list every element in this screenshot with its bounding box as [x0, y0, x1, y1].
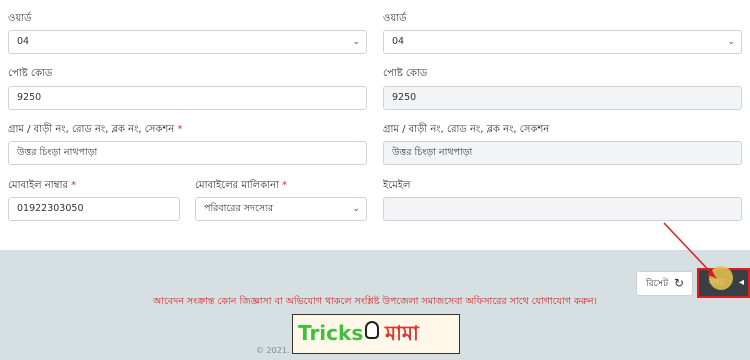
watermark-text-tricks: Tricks — [298, 321, 364, 345]
required-mark: * — [71, 180, 77, 191]
address-label-right: গ্রাম / বাড়ী নং, রোড নং, ব্লক নং, সেকশন — [383, 124, 550, 135]
reset-button[interactable]: রিসেট ↻ — [636, 271, 693, 296]
reset-button-label: রিসেট — [646, 279, 668, 289]
post-code-label-right: পোষ্ট কোড — [383, 68, 428, 79]
email-label: ইমেইল — [383, 180, 411, 191]
speaker-icon: ◂ — [739, 277, 745, 288]
ward-label-right: ওয়ার্ড — [383, 13, 407, 24]
mobile-label: মোবাইল নাম্বার * — [8, 179, 76, 192]
watermark-text-mama: মামা — [385, 321, 419, 345]
post-code-input-left[interactable]: 9250 — [8, 86, 367, 110]
refresh-icon: ↻ — [673, 276, 684, 290]
watermark-logo: Tricks মামা — [292, 314, 460, 354]
email-input[interactable] — [383, 197, 742, 221]
post-code-value-left: 9250 — [17, 92, 42, 103]
ward-select-right[interactable]: 04 ⌄ — [383, 30, 742, 54]
post-code-input-right[interactable]: 9250 — [383, 86, 742, 110]
mobile-input[interactable]: 01922303050 — [8, 197, 180, 221]
help-notice: আবেদন সংক্রান্ত কোন জিজ্ঞাসা বা অভিযোগ থ… — [153, 296, 597, 307]
required-mark: * — [177, 124, 183, 135]
chevron-down-icon: ⌄ — [352, 37, 360, 47]
chevron-down-icon: ⌄ — [727, 37, 735, 47]
required-mark: * — [282, 180, 288, 191]
ownership-select[interactable]: পরিবারের সদস্যের ⌄ — [195, 197, 367, 221]
address-label-left: গ্রাম / বাড়ী নং, রোড নং, ব্লক নং, সেকশন… — [8, 123, 182, 136]
mobile-value: 01922303050 — [17, 203, 84, 214]
post-code-value-right: 9250 — [392, 92, 417, 103]
ward-label-left: ওয়ার্ড — [8, 13, 32, 24]
ward-value-right: 04 — [392, 36, 405, 47]
post-code-label-left: পোষ্ট কোড — [8, 68, 53, 79]
cursor-highlight — [709, 266, 733, 290]
chevron-down-icon: ⌄ — [352, 204, 360, 214]
ownership-value: পরিবারের সদস্যের — [204, 203, 274, 214]
ownership-label: মোবাইলের মালিকানা * — [195, 179, 287, 192]
ownership-label-text: মোবাইলের মালিকানা — [195, 180, 279, 191]
address-value-left: উত্তর চিংড়া নাথপাড়া — [17, 147, 98, 158]
address-input-right[interactable]: উত্তর চিংড়া নাথপাড়া — [383, 141, 742, 165]
ward-value-left: 04 — [17, 36, 30, 47]
ward-select-left[interactable]: 04 ⌄ — [8, 30, 367, 54]
address-value-right: উত্তর চিংড়া নাথপাড়া — [392, 147, 473, 158]
address-label-left-text: গ্রাম / বাড়ী নং, রোড নং, ব্লক নং, সেকশন — [8, 124, 175, 135]
application-form: ওয়ার্ড 04 ⌄ ওয়ার্ড 04 ⌄ পোষ্ট কোড 9250… — [0, 0, 750, 250]
mobile-label-text: মোবাইল নাম্বার — [8, 180, 68, 191]
copyright-text: © 2021. — [256, 346, 290, 355]
address-input-left[interactable]: উত্তর চিংড়া নাথপাড়া — [8, 141, 367, 165]
lightbulb-icon — [365, 321, 379, 339]
